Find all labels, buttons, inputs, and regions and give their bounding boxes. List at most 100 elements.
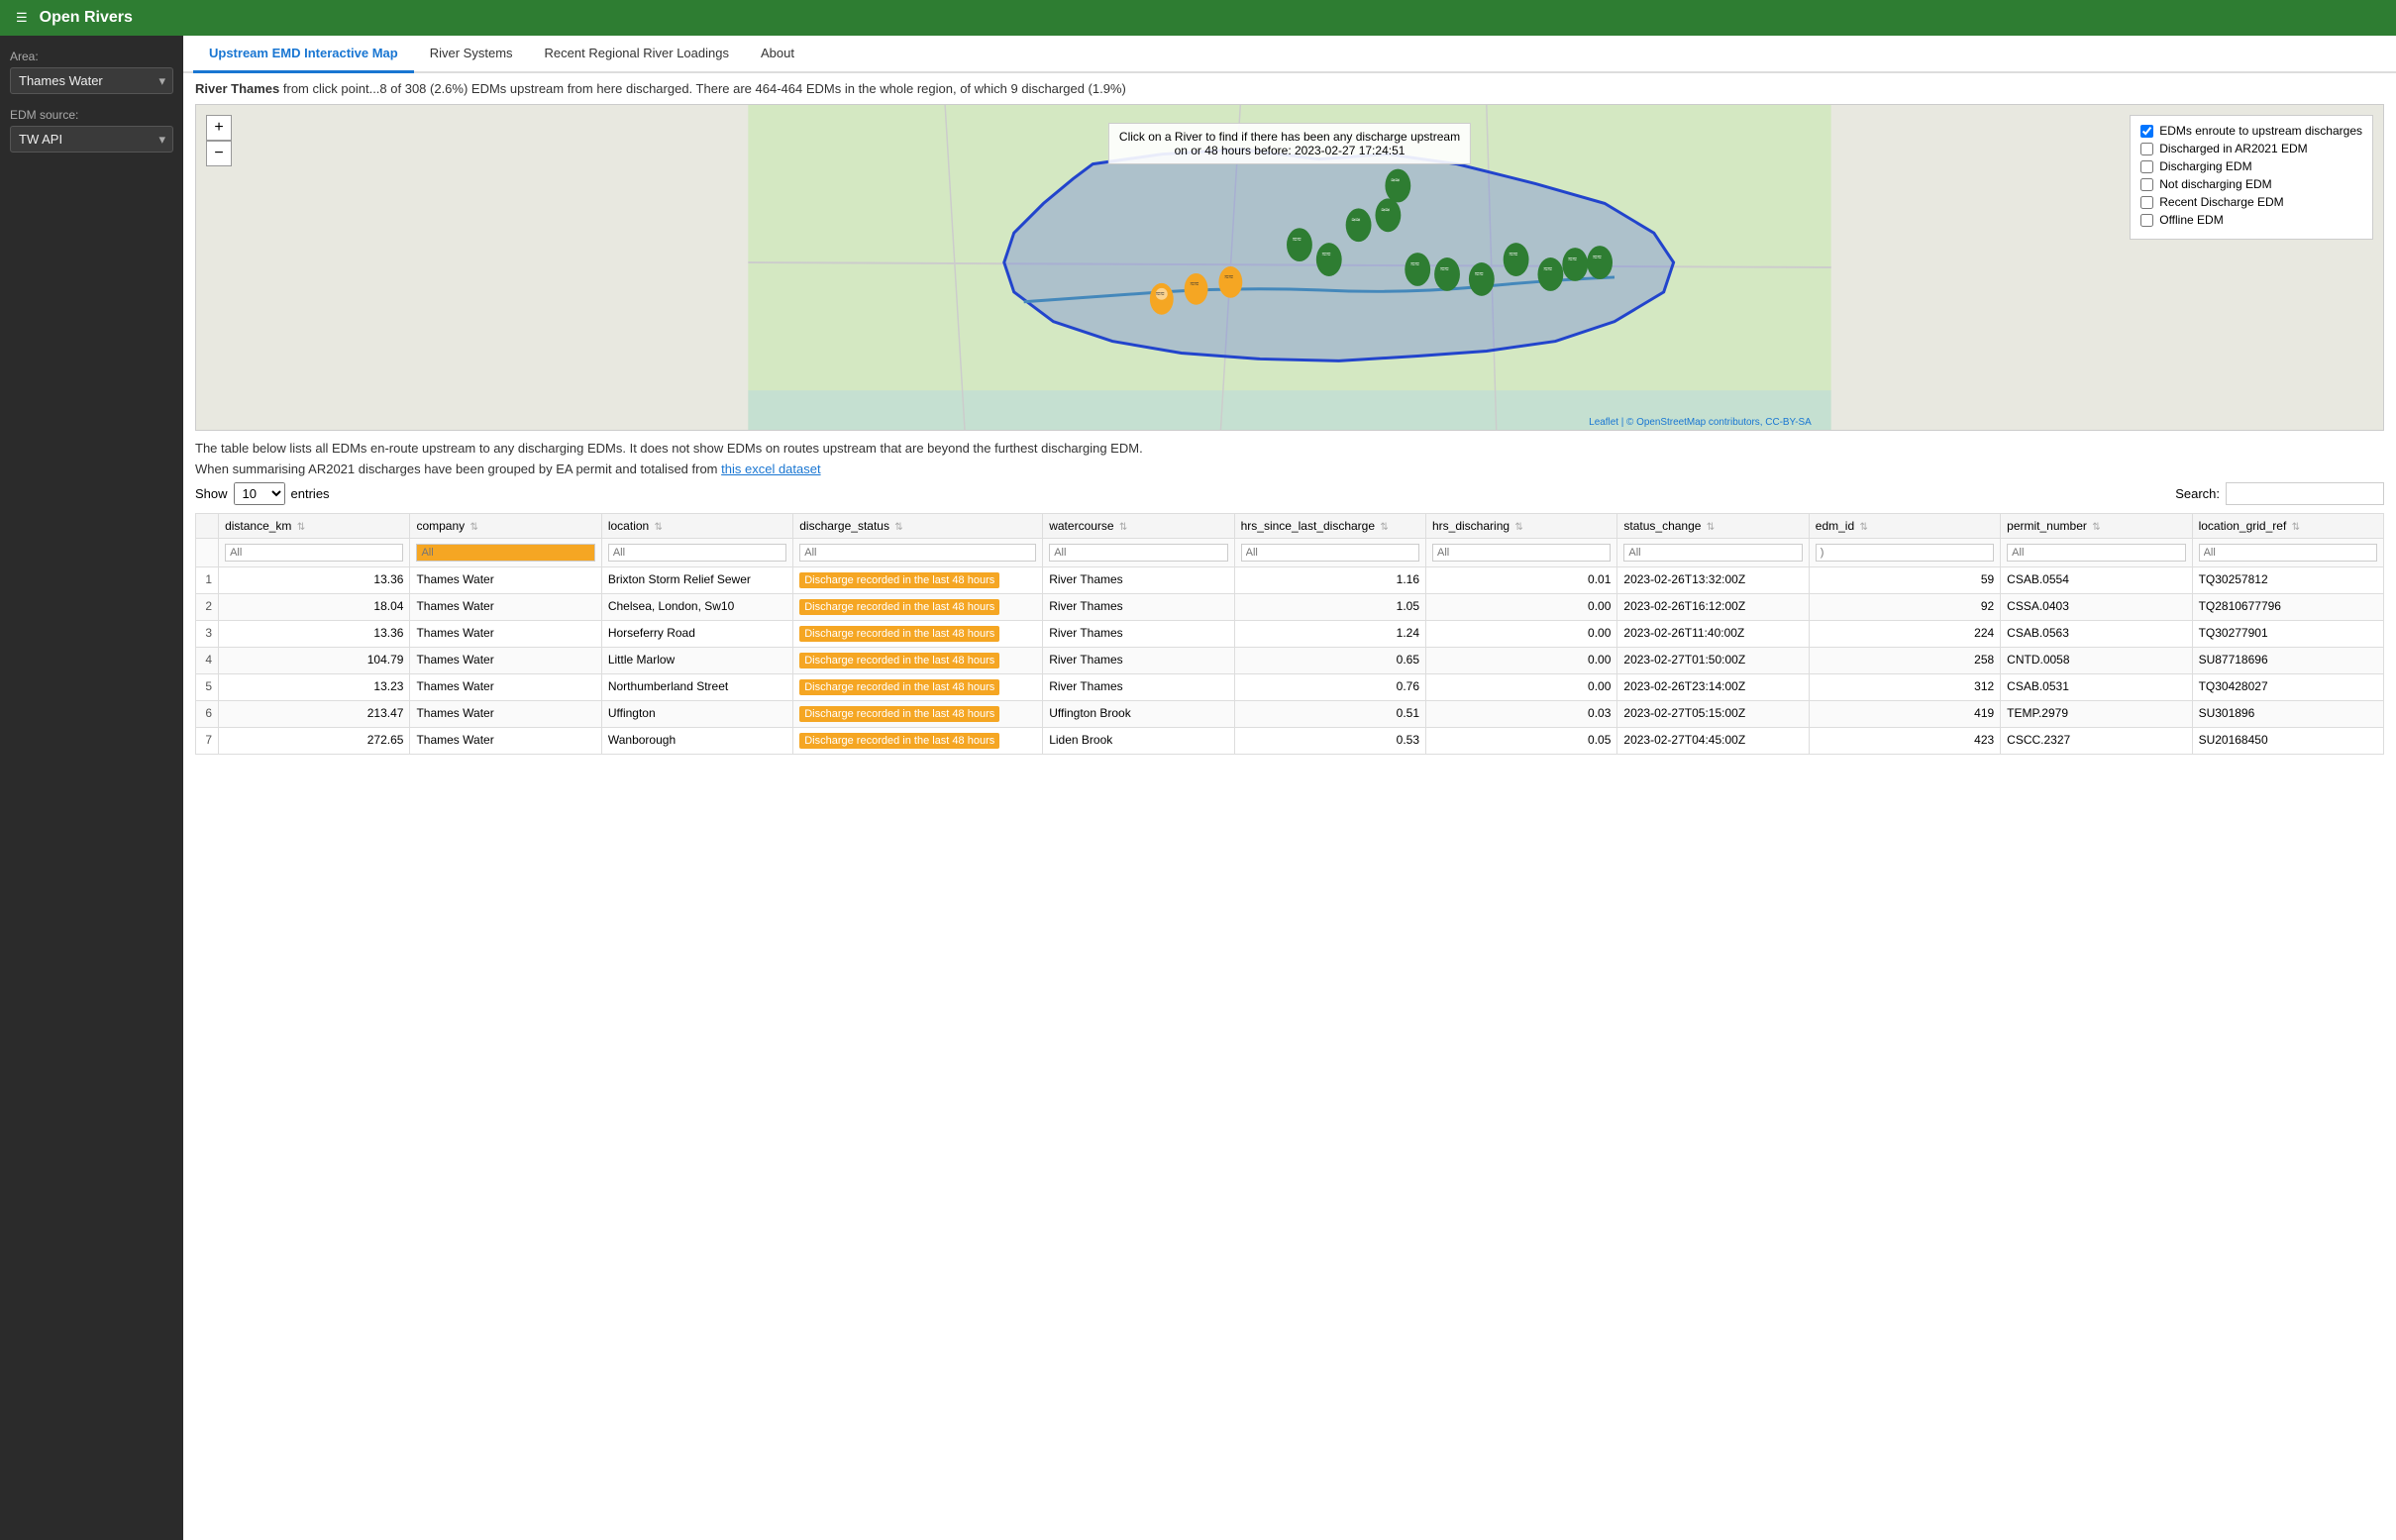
show-label: Show xyxy=(195,486,228,501)
legend-item-2: Discharging EDM xyxy=(2140,159,2362,173)
zoom-in-button[interactable]: + xyxy=(206,115,232,141)
map-pin-11[interactable]: ≈≈ xyxy=(1504,243,1529,276)
filter-hrs-since-input[interactable] xyxy=(1241,544,1419,562)
cell-status-change: 2023-02-26T16:12:00Z xyxy=(1617,594,1809,621)
zoom-out-button[interactable]: − xyxy=(206,141,232,166)
cell-grid-ref: TQ30277901 xyxy=(2192,621,2383,648)
filter-location xyxy=(601,539,792,567)
col-row-num xyxy=(196,514,219,539)
table-row: 1 13.36 Thames Water Brixton Storm Relie… xyxy=(196,567,2384,594)
cell-edm-id: 59 xyxy=(1809,567,2000,594)
col-watercourse[interactable]: watercourse ⇅ xyxy=(1043,514,1234,539)
filter-location-input[interactable] xyxy=(608,544,786,562)
col-status-change[interactable]: status_change ⇅ xyxy=(1617,514,1809,539)
map-pin-3[interactable]: ≈≈ xyxy=(1218,266,1242,298)
col-permit[interactable]: permit_number ⇅ xyxy=(2001,514,2192,539)
col-location[interactable]: location ⇅ xyxy=(601,514,792,539)
col-distance[interactable]: distance_km ⇅ xyxy=(219,514,410,539)
svg-text:≈≈: ≈≈ xyxy=(1224,272,1233,281)
legend-checkbox-edms-enroute[interactable] xyxy=(2140,125,2153,138)
legend-checkbox-discharged-ar2021[interactable] xyxy=(2140,143,2153,155)
filter-hrs-discharging-input[interactable] xyxy=(1432,544,1611,562)
scroll-content: River Thames from click point...8 of 308… xyxy=(183,73,2396,1540)
map-pin-15[interactable]: ≈≈ xyxy=(1385,169,1410,203)
col-hrs-discharging[interactable]: hrs_discharing ⇅ xyxy=(1426,514,1617,539)
legend-item-1: Discharged in AR2021 EDM xyxy=(2140,142,2362,155)
col-grid-ref[interactable]: location_grid_ref ⇅ xyxy=(2192,514,2383,539)
map-pin-4[interactable]: ≈≈ xyxy=(1287,228,1312,261)
filter-company-input[interactable] xyxy=(416,544,594,562)
svg-text:≈≈: ≈≈ xyxy=(1475,269,1484,278)
tab-river-systems[interactable]: River Systems xyxy=(414,36,529,73)
map-pin-13[interactable]: ≈≈ xyxy=(1562,248,1588,281)
legend-checkbox-not-discharging[interactable] xyxy=(2140,178,2153,191)
cell-edm-id: 419 xyxy=(1809,701,2000,728)
hamburger-icon[interactable]: ☰ xyxy=(16,10,28,26)
cell-distance: 104.79 xyxy=(219,648,410,674)
filter-status-change-input[interactable] xyxy=(1623,544,1802,562)
map-pin-7[interactable]: ≈≈ xyxy=(1375,198,1401,232)
legend-checkbox-offline[interactable] xyxy=(2140,214,2153,227)
discharge-badge: Discharge recorded in the last 48 hours xyxy=(799,653,999,668)
svg-text:≈≈: ≈≈ xyxy=(1293,235,1302,244)
col-discharge-status[interactable]: discharge_status ⇅ xyxy=(793,514,1043,539)
filter-grid-ref-input[interactable] xyxy=(2199,544,2377,562)
map-container[interactable]: ≈≈ ≈≈ ≈≈ ≈≈ xyxy=(195,104,2384,431)
map-pin-6[interactable]: ≈≈ xyxy=(1346,208,1372,242)
table-controls: Show 10 25 50 100 entries Search: xyxy=(195,482,2384,505)
discharge-badge: Discharge recorded in the last 48 hours xyxy=(799,626,999,642)
map-pin-14[interactable]: ≈≈ xyxy=(1587,246,1613,279)
area-select[interactable]: Thames Water Anglian Water Southern Wate… xyxy=(10,67,173,94)
table-body: 1 13.36 Thames Water Brixton Storm Relie… xyxy=(196,567,2384,755)
tab-about[interactable]: About xyxy=(745,36,810,73)
cell-status-change: 2023-02-27T01:50:00Z xyxy=(1617,648,1809,674)
cell-hrs-discharging: 0.00 xyxy=(1426,674,1617,701)
map-pin-5[interactable]: ≈≈ xyxy=(1316,243,1342,276)
cell-distance: 13.23 xyxy=(219,674,410,701)
area-label: Area: xyxy=(10,50,173,63)
cell-row-num: 3 xyxy=(196,621,219,648)
filter-permit-input[interactable] xyxy=(2007,544,2185,562)
excel-dataset-link[interactable]: this excel dataset xyxy=(721,462,820,476)
col-company[interactable]: company ⇅ xyxy=(410,514,601,539)
map-pin-8[interactable]: ≈≈ xyxy=(1405,253,1430,286)
filter-edm-id-input[interactable] xyxy=(1816,544,1994,562)
cell-watercourse: River Thames xyxy=(1043,567,1234,594)
table-row: 5 13.23 Thames Water Northumberland Stre… xyxy=(196,674,2384,701)
cell-row-num: 2 xyxy=(196,594,219,621)
legend-label-discharged-ar2021: Discharged in AR2021 EDM xyxy=(2159,142,2307,155)
tab-regional-loadings[interactable]: Recent Regional River Loadings xyxy=(529,36,745,73)
legend-label-edms-enroute: EDMs enroute to upstream discharges xyxy=(2159,124,2362,138)
col-hrs-since[interactable]: hrs_since_last_discharge ⇅ xyxy=(1234,514,1425,539)
map-pin-9[interactable]: ≈≈ xyxy=(1434,257,1460,291)
desc-line1: The table below lists all EDMs en-route … xyxy=(195,441,2384,456)
filter-discharge-status-input[interactable] xyxy=(799,544,1036,562)
cell-status-change: 2023-02-27T04:45:00Z xyxy=(1617,728,1809,755)
edm-select[interactable]: TW API EA API xyxy=(10,126,173,153)
legend-checkbox-recent-discharge[interactable] xyxy=(2140,196,2153,209)
map-pin-12[interactable]: ≈≈ xyxy=(1537,257,1563,291)
legend-label-not-discharging: Not discharging EDM xyxy=(2159,177,2271,191)
map-pin-1[interactable]: ≈≈ xyxy=(1150,283,1174,315)
tab-bar: Upstream EMD Interactive Map River Syste… xyxy=(183,36,2396,73)
col-edm-id[interactable]: edm_id ⇅ xyxy=(1809,514,2000,539)
cell-discharge-status: Discharge recorded in the last 48 hours xyxy=(793,701,1043,728)
cell-hrs-discharging: 0.00 xyxy=(1426,648,1617,674)
cell-edm-id: 423 xyxy=(1809,728,2000,755)
discharge-badge: Discharge recorded in the last 48 hours xyxy=(799,706,999,722)
cell-company: Thames Water xyxy=(410,701,601,728)
map-pin-2[interactable]: ≈≈ xyxy=(1185,273,1208,305)
filter-hrs-discharging xyxy=(1426,539,1617,567)
filter-watercourse-input[interactable] xyxy=(1049,544,1227,562)
tab-upstream-map[interactable]: Upstream EMD Interactive Map xyxy=(193,36,414,73)
search-input[interactable] xyxy=(2226,482,2384,505)
svg-text:≈≈: ≈≈ xyxy=(1543,264,1552,273)
filter-row-num xyxy=(196,539,219,567)
filter-distance-input[interactable] xyxy=(225,544,403,562)
map-pin-10[interactable]: ≈≈ xyxy=(1469,262,1495,296)
entries-select[interactable]: 10 25 50 100 xyxy=(234,482,285,505)
cell-edm-id: 92 xyxy=(1809,594,2000,621)
legend-checkbox-discharging[interactable] xyxy=(2140,160,2153,173)
cell-grid-ref: SU20168450 xyxy=(2192,728,2383,755)
cell-hrs-since: 1.16 xyxy=(1234,567,1425,594)
